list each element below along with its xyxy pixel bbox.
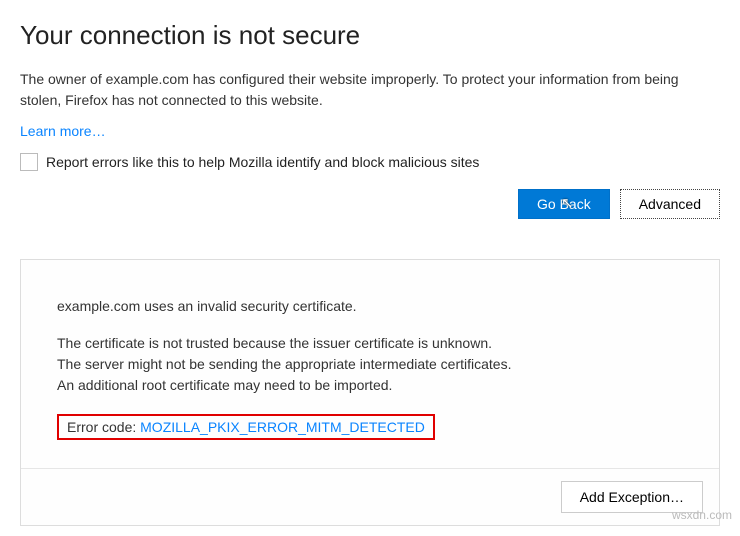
- details-line-1: example.com uses an invalid security cer…: [57, 296, 683, 317]
- exception-row: Add Exception…: [21, 468, 719, 525]
- details-line-4: An additional root certificate may need …: [57, 375, 683, 396]
- error-code-row: Error code: MOZILLA_PKIX_ERROR_MITM_DETE…: [57, 414, 435, 440]
- report-errors-label: Report errors like this to help Mozilla …: [46, 154, 479, 170]
- report-errors-checkbox[interactable]: [20, 153, 38, 171]
- details-panel: example.com uses an invalid security cer…: [20, 259, 720, 526]
- details-line-3: The server might not be sending the appr…: [57, 354, 683, 375]
- page-title: Your connection is not secure: [20, 20, 720, 51]
- learn-more-link[interactable]: Learn more…: [20, 123, 106, 139]
- error-code-link[interactable]: MOZILLA_PKIX_ERROR_MITM_DETECTED: [140, 419, 425, 435]
- details-line-2: The certificate is not trusted because t…: [57, 333, 683, 354]
- go-back-label: Go Back: [537, 196, 591, 212]
- button-row: Go Back ↖ Advanced: [20, 189, 720, 219]
- report-errors-row: Report errors like this to help Mozilla …: [20, 153, 720, 171]
- go-back-button[interactable]: Go Back ↖: [518, 189, 610, 219]
- advanced-button[interactable]: Advanced: [620, 189, 720, 219]
- warning-description: The owner of example.com has configured …: [20, 69, 720, 111]
- error-code-label: Error code:: [67, 419, 140, 435]
- watermark: wsxdn.com: [672, 508, 732, 522]
